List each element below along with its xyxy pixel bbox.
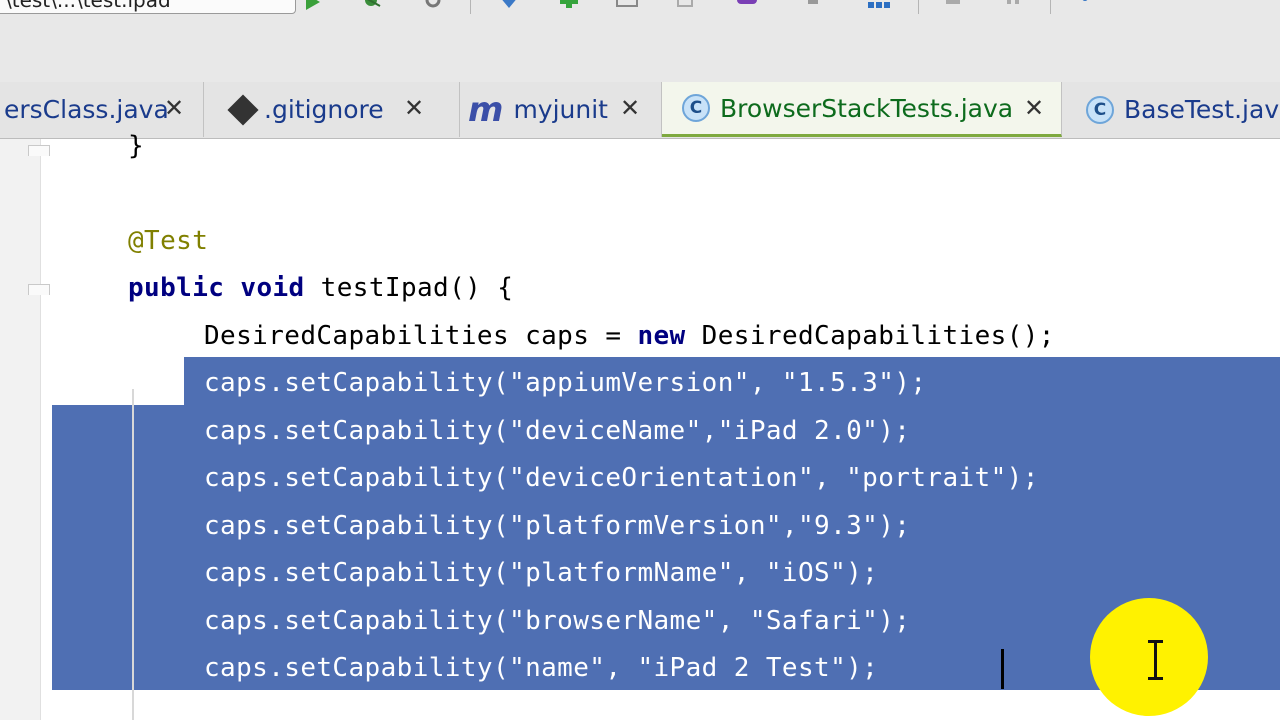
tab-label: myjunit xyxy=(513,95,608,124)
main-toolbar: \test\...\test.ipad xyxy=(0,0,1280,83)
toolbar-separator xyxy=(918,0,919,14)
selected-code-line: caps.setCapability("deviceOrientation", … xyxy=(204,463,1039,493)
declaration-line: DesiredCapabilities caps = new DesiredCa… xyxy=(204,321,1055,351)
editor-gutter xyxy=(0,139,41,720)
db-icon[interactable] xyxy=(734,0,760,10)
pause-icon[interactable] xyxy=(1000,0,1026,10)
navigation-path[interactable]: \test\...\test.ipad xyxy=(0,0,296,14)
code-editor[interactable]: } @Test public void testIpad() { Desired… xyxy=(0,131,1280,720)
selected-code-line: caps.setCapability("platformVersion","9.… xyxy=(204,511,911,541)
text-caret xyxy=(1001,649,1004,689)
vcs-update-icon[interactable] xyxy=(496,0,522,10)
class-icon: C xyxy=(1086,95,1114,124)
close-icon[interactable]: ✕ xyxy=(404,96,424,120)
fold-marker[interactable] xyxy=(28,284,50,295)
tab-label: ersClass.java xyxy=(4,95,169,124)
help-icon[interactable] xyxy=(1072,0,1098,10)
editor-tab-bar: ersClass.java ✕ .gitignore ✕ m myjunit ✕… xyxy=(0,82,1280,139)
code-line: } xyxy=(128,131,145,161)
layout-icon[interactable] xyxy=(614,0,640,10)
tab-label: BrowserStackTests.java xyxy=(720,93,1014,123)
copy-icon[interactable] xyxy=(672,0,698,10)
ibeam-cursor-icon xyxy=(1148,640,1163,680)
annotation-line: @Test xyxy=(128,226,209,256)
grid-icon[interactable] xyxy=(866,0,892,10)
maven-icon: m xyxy=(468,89,504,130)
indent-guide xyxy=(132,389,134,720)
run-icon[interactable] xyxy=(300,0,326,10)
close-icon[interactable]: ✕ xyxy=(1024,96,1044,120)
tab-ersclass[interactable]: ersClass.java ✕ xyxy=(0,82,204,137)
settings-icon[interactable] xyxy=(420,0,446,10)
tool-icon[interactable] xyxy=(800,0,826,10)
selected-code-line: caps.setCapability("appiumVersion", "1.5… xyxy=(204,368,927,398)
tab-label: BaseTest.java xyxy=(1124,95,1280,124)
selected-code-line: caps.setCapability("deviceName","iPad 2.… xyxy=(204,416,911,446)
close-icon[interactable]: ✕ xyxy=(164,96,184,120)
selected-code-line: caps.setCapability("browserName", "Safar… xyxy=(204,606,911,636)
method-signature-line: public void testIpad() { xyxy=(128,273,514,303)
tab-label: .gitignore xyxy=(264,95,384,124)
gitignore-icon xyxy=(227,93,259,126)
selected-code-line: caps.setCapability("name", "iPad 2 Test"… xyxy=(204,653,879,683)
toolbar-separator xyxy=(470,0,471,14)
close-icon[interactable]: ✕ xyxy=(620,96,640,120)
debug-icon[interactable] xyxy=(358,0,384,10)
toolbar-separator xyxy=(1050,0,1051,14)
tab-myjunit[interactable]: m myjunit ✕ xyxy=(460,82,662,137)
stop-icon[interactable] xyxy=(940,0,966,10)
fold-marker[interactable] xyxy=(28,145,50,156)
tab-basetest[interactable]: C BaseTest.java xyxy=(1062,82,1280,137)
tab-gitignore[interactable]: .gitignore ✕ xyxy=(204,82,460,137)
class-icon: C xyxy=(682,94,710,122)
selected-code-line: caps.setCapability("platformName", "iOS"… xyxy=(204,558,879,588)
tab-browserstacktests[interactable]: C BrowserStackTests.java ✕ xyxy=(662,82,1062,137)
vcs-commit-icon[interactable] xyxy=(556,0,582,10)
